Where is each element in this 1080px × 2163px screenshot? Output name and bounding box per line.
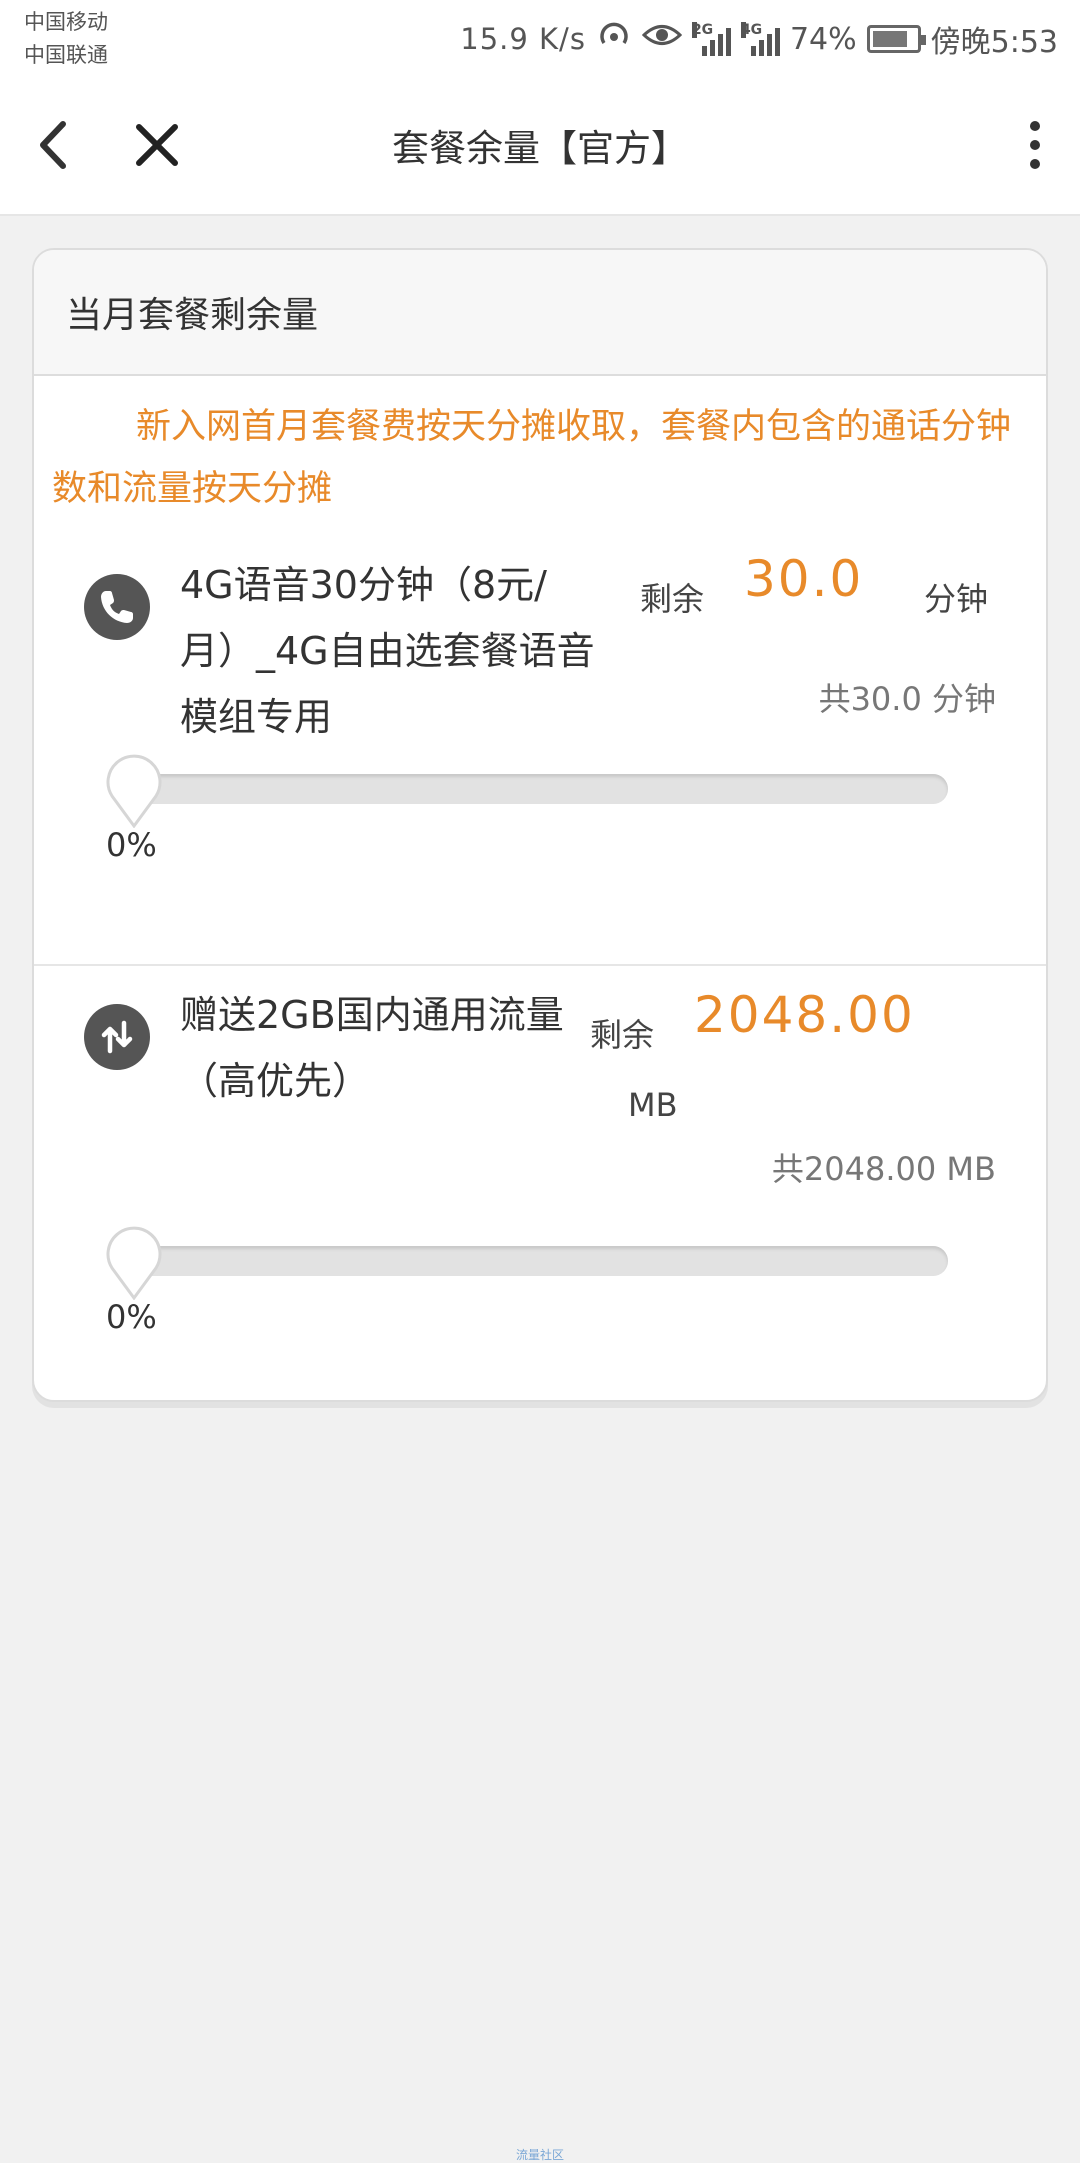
eye-icon	[641, 20, 683, 58]
watermark: 流量社区	[515, 2148, 564, 2162]
battery-icon	[866, 25, 926, 53]
more-vertical-icon	[1030, 121, 1040, 169]
clock: 傍晚5:53	[930, 25, 1058, 60]
plan-balance-card: 当月套餐剩余量 新入网首月套餐费按天分摊收取，套餐内包含的通话分钟数和流量按天分…	[32, 248, 1048, 1402]
battery-percent: 74%	[789, 21, 857, 57]
remain-value: 30.0	[744, 550, 864, 608]
carrier-1: 中国移动	[24, 10, 108, 34]
usage-percent: 0%	[106, 826, 157, 864]
more-options-button[interactable]	[1010, 110, 1060, 180]
remain-value: 2048.00	[694, 986, 915, 1044]
card-header: 当月套餐剩余量	[34, 250, 1046, 376]
data-package-item: 赠送2GB国内通用流量（高优先） 剩余 2048.00 MB 共2048.00 …	[34, 966, 1046, 1398]
remain-label: 剩余	[590, 1016, 655, 1054]
page-title: 套餐余量【官方】	[392, 127, 688, 170]
remain-unit: 分钟	[924, 580, 989, 618]
status-bar: 中国移动 中国联通 15.9 K/s 2G 4G 74% 傍晚5:53	[0, 0, 1080, 80]
usage-percent: 0%	[106, 1298, 157, 1336]
progress-thumb-icon	[106, 1226, 162, 1300]
notice-text: 新入网首月套餐费按天分摊收取，套餐内包含的通话分钟数和流量按天分摊	[52, 407, 1012, 509]
remain-label: 剩余	[640, 580, 705, 618]
status-icons: 15.9 K/s 2G 4G 74% 傍晚5:53	[460, 14, 1058, 64]
package-name: 赠送2GB国内通用流量（高优先）	[180, 993, 564, 1103]
hotspot-icon	[596, 17, 632, 61]
package-name: 4G语音30分钟（8元/月）_4G自由选套餐语音模组专用	[180, 563, 595, 739]
usage-progress-bar	[134, 774, 948, 804]
phone-icon	[84, 574, 150, 640]
carrier-2: 中国联通	[24, 43, 108, 67]
remain-unit: MB	[628, 1086, 678, 1124]
data-transfer-icon	[84, 1004, 150, 1070]
voice-package-item: 4G语音30分钟（8元/月）_4G自由选套餐语音模组专用 剩余 30.0 分钟 …	[34, 536, 1046, 966]
usage-progress-bar	[134, 1246, 948, 1276]
network-speed: 15.9 K/s	[460, 22, 586, 56]
total-amount: 共30.0 分钟	[818, 680, 996, 718]
progress-thumb-icon	[106, 754, 162, 828]
carrier-info: 中国移动 中国联通	[24, 6, 108, 72]
signal-2g-icon: 2G	[691, 22, 731, 56]
signal-4g-icon: 4G	[740, 22, 780, 56]
total-amount: 共2048.00 MB	[771, 1150, 996, 1188]
title-bar: 套餐余量【官方】	[0, 80, 1080, 216]
